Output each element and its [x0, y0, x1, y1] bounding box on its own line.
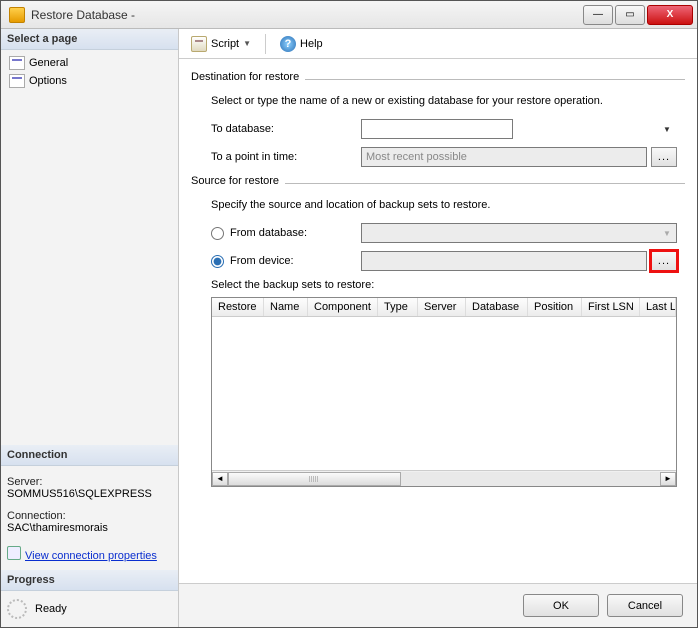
col-database[interactable]: Database — [466, 298, 528, 316]
col-first-lsn[interactable]: First LSN — [582, 298, 640, 316]
progress-status: Ready — [35, 603, 67, 615]
scroll-thumb[interactable] — [228, 472, 401, 486]
ok-button[interactable]: OK — [523, 594, 599, 617]
sidebar: Select a page General Options Connection… — [1, 29, 179, 627]
chevron-down-icon: ▼ — [243, 39, 251, 48]
page-icon — [9, 56, 25, 70]
sidebar-item-general[interactable]: General — [5, 54, 174, 72]
grid-body — [212, 317, 676, 470]
from-device-field — [361, 251, 647, 271]
properties-icon — [7, 546, 21, 560]
backup-sets-label: Select the backup sets to restore: — [211, 279, 677, 291]
server-value: SOMMUS516\SQLEXPRESS — [7, 488, 172, 500]
view-connection-properties-link[interactable]: View connection properties — [25, 550, 157, 562]
col-position[interactable]: Position — [528, 298, 582, 316]
help-icon: ? — [280, 36, 296, 52]
from-device-browse-button[interactable]: ... — [651, 251, 677, 271]
window-title: Restore Database - — [31, 8, 583, 22]
close-button[interactable]: X — [647, 5, 693, 25]
sidebar-item-options[interactable]: Options — [5, 72, 174, 90]
help-button[interactable]: ? Help — [276, 34, 327, 54]
maximize-button[interactable]: ▭ — [615, 5, 645, 25]
progress-header: Progress — [1, 570, 178, 591]
to-database-combobox[interactable] — [361, 119, 513, 139]
progress-spinner-icon — [7, 599, 27, 619]
chevron-down-icon[interactable]: ▼ — [659, 121, 675, 137]
col-last-lsn[interactable]: Last LSN — [640, 298, 676, 316]
toolbar-separator — [265, 34, 266, 54]
col-restore[interactable]: Restore — [212, 298, 264, 316]
from-database-label: From database: — [230, 227, 361, 239]
col-component[interactable]: Component — [308, 298, 378, 316]
database-icon — [9, 7, 25, 23]
scroll-right-button[interactable]: ► — [660, 472, 676, 486]
chevron-down-icon: ▼ — [659, 225, 675, 241]
backup-sets-grid[interactable]: Restore Name Component Type Server Datab… — [211, 297, 677, 487]
toolbar: Script ▼ ? Help — [179, 29, 697, 59]
help-label: Help — [300, 38, 323, 50]
col-type[interactable]: Type — [378, 298, 418, 316]
titlebar[interactable]: Restore Database - — ▭ X — [1, 1, 697, 29]
script-icon — [191, 36, 207, 52]
select-page-header: Select a page — [1, 29, 178, 50]
to-database-label: To database: — [211, 123, 361, 135]
from-database-combobox — [361, 223, 677, 243]
point-in-time-field — [361, 147, 647, 167]
page-icon — [9, 74, 25, 88]
connection-header: Connection — [1, 445, 178, 466]
sidebar-item-label: General — [29, 57, 68, 69]
server-label: Server: — [7, 476, 172, 488]
point-in-time-browse-button[interactable]: ... — [651, 147, 677, 167]
script-button[interactable]: Script ▼ — [187, 34, 255, 54]
connection-label: Connection: — [7, 510, 172, 522]
source-description: Specify the source and location of backu… — [211, 199, 677, 211]
scroll-left-button[interactable]: ◄ — [212, 472, 228, 486]
cancel-button[interactable]: Cancel — [607, 594, 683, 617]
minimize-button[interactable]: — — [583, 5, 613, 25]
col-server[interactable]: Server — [418, 298, 466, 316]
horizontal-scrollbar[interactable]: ◄ ► — [212, 470, 676, 486]
point-in-time-label: To a point in time: — [211, 151, 361, 163]
script-label: Script — [211, 38, 239, 50]
grid-header: Restore Name Component Type Server Datab… — [212, 298, 676, 317]
col-name[interactable]: Name — [264, 298, 308, 316]
sidebar-item-label: Options — [29, 75, 67, 87]
dialog-footer: OK Cancel — [179, 583, 697, 627]
connection-value: SAC\thamiresmorais — [7, 522, 172, 534]
destination-description: Select or type the name of a new or exis… — [211, 95, 677, 107]
from-database-radio[interactable] — [211, 227, 224, 240]
source-legend: Source for restore — [191, 175, 279, 187]
restore-database-dialog: Restore Database - — ▭ X Select a page G… — [0, 0, 698, 628]
from-device-label: From device: — [230, 255, 361, 267]
from-device-radio[interactable] — [211, 255, 224, 268]
destination-legend: Destination for restore — [191, 71, 299, 83]
